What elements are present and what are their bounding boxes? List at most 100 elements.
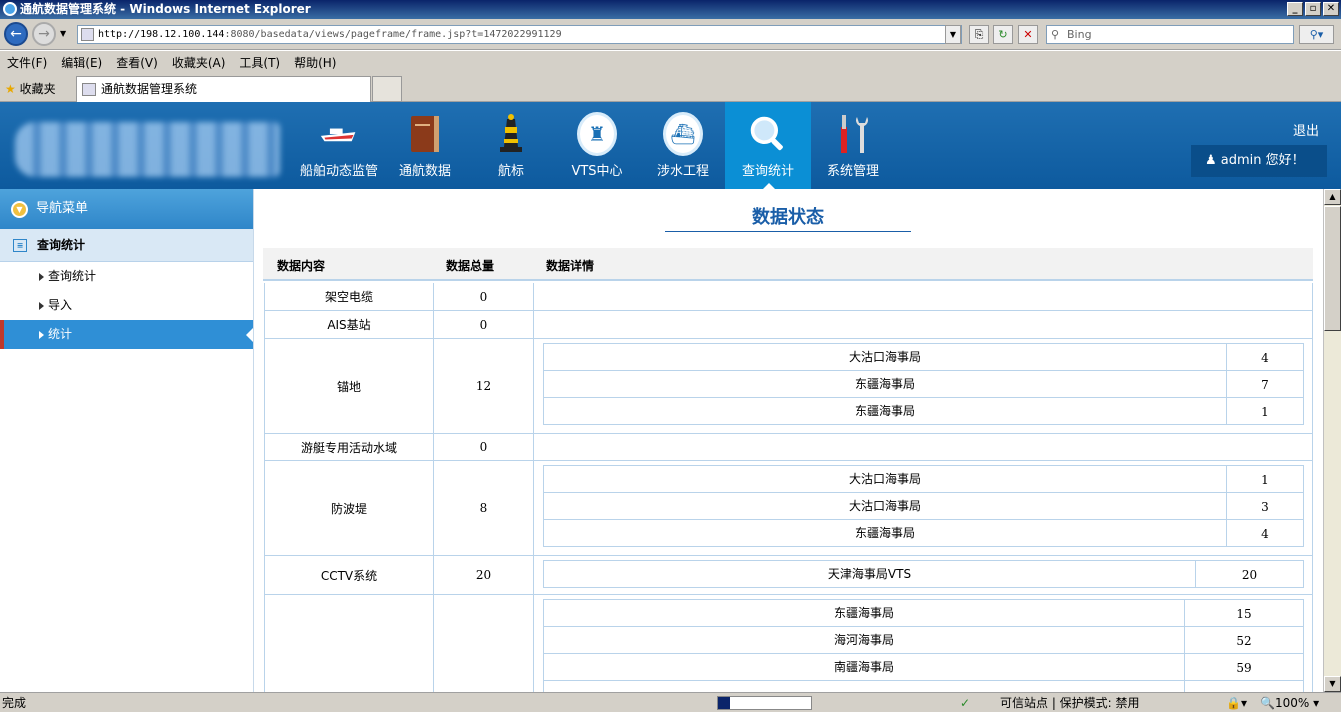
col-header-details: 数据详情 <box>546 259 595 273</box>
address-bar: ← → ▼ http://198.12.100.144:8080/basedat… <box>0 19 1341 50</box>
main-content: 数据状态 数据内容 数据总量 数据详情 架空电缆 0 AIS基站 0 锚地 12… <box>255 189 1323 692</box>
detail-table: 大沽口海事局 1 大沽口海事局 3 东疆海事局 4 <box>543 465 1304 547</box>
magnifier-icon <box>748 114 788 154</box>
menu-tools[interactable]: 工具(T) <box>239 54 280 71</box>
scroll-thumb[interactable] <box>1324 206 1341 331</box>
stop-icon[interactable]: ✕ <box>1018 25 1038 44</box>
window-title: 通航数据管理系统 - Windows Internet Explorer <box>20 2 311 16</box>
table-row: 防波堤 8 大沽口海事局 1 大沽口海事局 3 东疆海事局 4 <box>264 461 1313 556</box>
new-tab-button[interactable] <box>372 76 402 102</box>
ie-logo-icon <box>3 2 17 16</box>
menu-bar: 文件(F) 编辑(E) 查看(V) 收藏夹(A) 工具(T) 帮助(H) <box>0 51 1341 73</box>
user-greeting: admin 您好！ <box>1220 153 1305 168</box>
user-box: ♟ admin 您好！ <box>1191 145 1327 177</box>
page-title: 数据状态 <box>665 203 911 232</box>
forward-button[interactable]: → <box>32 22 56 46</box>
status-bar: 完成 ✓ 可信站点 | 保护模式: 禁用 🔒▾ 🔍100% ▾ <box>0 692 1341 712</box>
search-icon: ⚲ <box>1051 28 1060 41</box>
minimize-button[interactable]: _ <box>1287 2 1303 16</box>
url-dropdown-button[interactable]: ▼ <box>945 25 961 44</box>
detail-row <box>544 681 1303 692</box>
zoom-level[interactable]: 🔍100% ▾ <box>1260 693 1319 712</box>
scroll-down-button[interactable]: ▼ <box>1324 676 1341 692</box>
beacon-icon <box>491 114 531 154</box>
restore-button[interactable]: ▫ <box>1305 2 1321 16</box>
nav-water-engineering[interactable]: ⛴ 涉水工程 <box>640 102 726 189</box>
sidebar-item-stats[interactable]: 统计 <box>0 320 253 349</box>
nav-system-admin[interactable]: 系统管理 <box>810 102 896 189</box>
vertical-scrollbar[interactable]: ▲ ▼ <box>1323 189 1341 692</box>
history-dropdown-icon[interactable]: ▼ <box>60 29 66 38</box>
detail-row: 东疆海事局 15 <box>544 600 1303 627</box>
close-window-button[interactable]: ✕ <box>1323 2 1339 16</box>
detail-row: 大沽口海事局 3 <box>544 493 1303 520</box>
table-row: AIS基站 0 <box>264 311 1313 339</box>
menu-file[interactable]: 文件(F) <box>7 54 47 71</box>
menu-edit[interactable]: 编辑(E) <box>61 54 102 71</box>
tab-page-icon <box>82 83 96 96</box>
logout-link[interactable]: 退出 <box>1293 120 1319 139</box>
favorites-bar: ★ 收藏夹 通航数据管理系统 <box>0 73 1341 102</box>
book-icon <box>405 114 445 154</box>
status-text: 完成 <box>2 696 27 710</box>
sidebar-section-query[interactable]: ≡ 查询统计 <box>0 229 253 262</box>
scroll-up-button[interactable]: ▲ <box>1324 189 1341 205</box>
search-input[interactable]: ⚲ Bing <box>1046 25 1294 44</box>
table-row: 游艇专用活动水域 0 <box>264 434 1313 461</box>
nav-beacon[interactable]: 航标 <box>468 102 554 189</box>
progress-bar <box>717 696 812 710</box>
ship-icon <box>319 114 359 154</box>
detail-row: 东疆海事局 1 <box>544 398 1303 425</box>
favorites-button[interactable]: ★ 收藏夹 <box>5 80 56 97</box>
table-row: 东疆海事局 15 海河海事局 52 南疆海事局 59 <box>264 595 1313 692</box>
security-zone[interactable]: 可信站点 | 保护模式: 禁用 <box>1000 693 1140 712</box>
table-row: CCTV系统 20 天津海事局VTS 20 <box>264 556 1313 595</box>
app-logo <box>15 122 280 177</box>
detail-row: 大沽口海事局 4 <box>544 344 1303 371</box>
detail-row: 南疆海事局 59 <box>544 654 1303 681</box>
chevron-down-icon: ▼ <box>11 201 28 218</box>
search-go-button[interactable]: ⚲▾ <box>1299 25 1334 44</box>
menu-favorites[interactable]: 收藏夹(A) <box>172 54 226 71</box>
sidebar-header: ▼ 导航菜单 <box>0 189 253 229</box>
refresh-icon[interactable]: ↻ <box>993 25 1013 44</box>
nav-vts-center[interactable]: ♜ VTS中心 <box>554 102 640 189</box>
nav-navigation-data[interactable]: 通航数据 <box>382 102 468 189</box>
vts-tower-icon: ♜ <box>577 112 617 156</box>
page-icon <box>81 28 94 41</box>
table-row: 锚地 12 大沽口海事局 4 东疆海事局 7 东疆海事局 1 <box>264 339 1313 434</box>
col-header-total: 数据总量 <box>446 259 495 273</box>
table-row: 架空电缆 0 <box>264 283 1313 311</box>
sidebar: ▼ 导航菜单 ≡ 查询统计 查询统计 导入 统计 <box>0 189 254 692</box>
zone-lock-icon[interactable]: 🔒▾ <box>1226 693 1247 712</box>
detail-row: 海河海事局 52 <box>544 627 1303 654</box>
nav-ship-monitor[interactable]: 船舶动态监管 <box>296 102 382 189</box>
user-icon: ♟ <box>1205 153 1217 168</box>
back-button[interactable]: ← <box>4 22 28 46</box>
url-input[interactable]: http://198.12.100.144:8080/basedata/view… <box>77 25 962 44</box>
detail-row: 东疆海事局 7 <box>544 371 1303 398</box>
detail-row: 天津海事局VTS 20 <box>544 561 1303 588</box>
table-header: 数据内容 数据总量 数据详情 <box>263 248 1313 281</box>
browser-tab[interactable]: 通航数据管理系统 <box>76 76 371 102</box>
app-header: 船舶动态监管 通航数据 航标 ♜ VTS中心 ⛴ 涉水工程 查询统计 系统管理 … <box>0 102 1341 189</box>
menu-view[interactable]: 查看(V) <box>116 54 158 71</box>
nav-query-stats[interactable]: 查询统计 <box>725 102 811 189</box>
window-controls: _ ▫ ✕ <box>1287 2 1339 16</box>
window-title-bar: 通航数据管理系统 - Windows Internet Explorer _ ▫… <box>0 0 1341 19</box>
detail-table: 大沽口海事局 4 东疆海事局 7 东疆海事局 1 <box>543 343 1304 425</box>
sidebar-item-query[interactable]: 查询统计 <box>0 262 253 291</box>
water-engineering-icon: ⛴ <box>663 112 703 156</box>
compat-view-icon[interactable]: ⎘ <box>969 25 989 44</box>
col-header-content: 数据内容 <box>277 259 326 273</box>
detail-table: 东疆海事局 15 海河海事局 52 南疆海事局 59 <box>543 599 1304 692</box>
sidebar-item-import[interactable]: 导入 <box>0 291 253 320</box>
check-icon: ✓ <box>960 696 971 710</box>
menu-help[interactable]: 帮助(H) <box>294 54 336 71</box>
detail-row: 东疆海事局 4 <box>544 520 1303 547</box>
detail-table: 天津海事局VTS 20 <box>543 560 1304 588</box>
star-icon: ★ <box>5 82 16 96</box>
detail-row: 大沽口海事局 1 <box>544 466 1303 493</box>
list-icon: ≡ <box>13 239 27 252</box>
tools-icon <box>833 114 873 154</box>
